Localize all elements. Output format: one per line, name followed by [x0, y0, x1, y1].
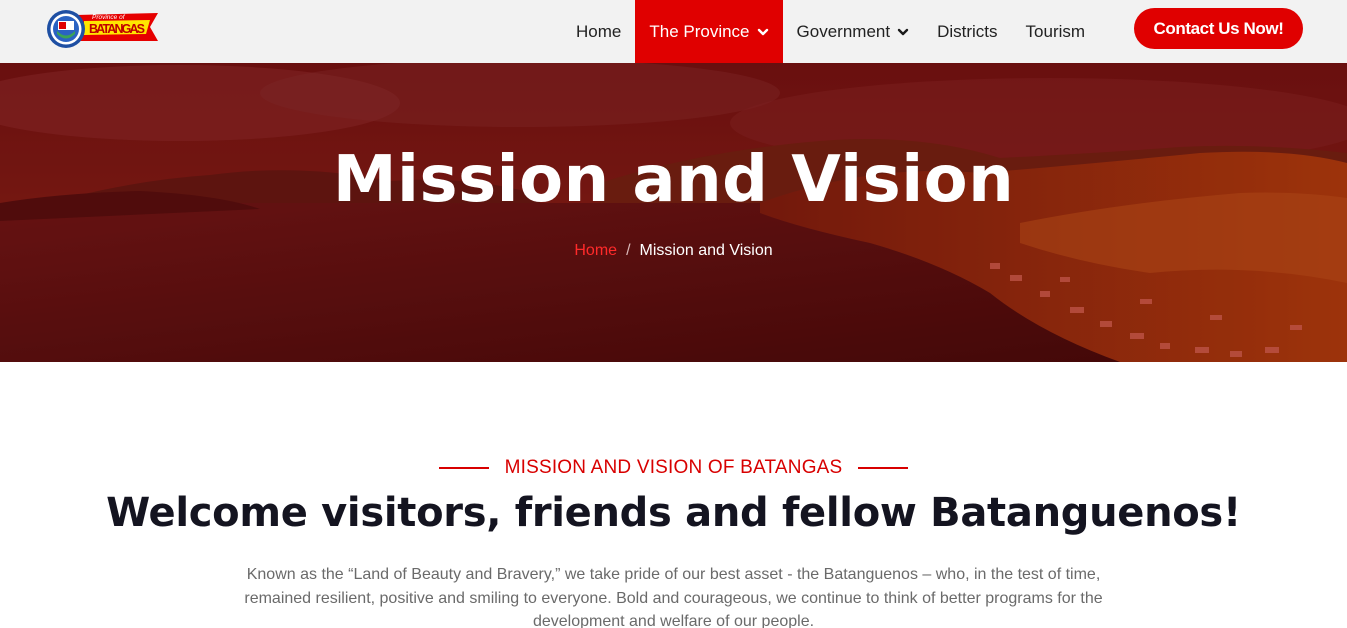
- section-eyebrow: MISSION AND VISION OF BATANGAS: [0, 457, 1347, 479]
- nav-item-label: The Province: [649, 21, 750, 41]
- site-logo[interactable]: Province of BATANGAS: [46, 7, 160, 51]
- site-header: Province of BATANGAS Home The Province G…: [0, 0, 1347, 63]
- chevron-down-icon: [897, 28, 909, 35]
- page-title: Mission and Vision: [332, 143, 1015, 217]
- nav-item-label: Government: [796, 21, 891, 41]
- nav-item-label: Districts: [937, 21, 998, 41]
- breadcrumb-separator: /: [626, 242, 631, 259]
- nav-item-home[interactable]: Home: [562, 0, 635, 63]
- main-nav: Home The Province Government Districts T…: [562, 0, 1099, 63]
- section-heading: Welcome visitors, friends and fellow Bat…: [106, 490, 1241, 536]
- nav-item-districts[interactable]: Districts: [923, 0, 1011, 63]
- breadcrumb-home-link[interactable]: Home: [574, 242, 617, 259]
- nav-item-tourism[interactable]: Tourism: [1012, 0, 1100, 63]
- page-hero: Mission and Vision Home / Mission and Visi…: [0, 63, 1347, 362]
- chevron-down-icon: [757, 28, 768, 35]
- breadcrumb: Home / Mission and Vision: [0, 242, 1347, 260]
- nav-item-the-province[interactable]: The Province: [635, 0, 783, 63]
- nav-item-label: Home: [576, 21, 622, 41]
- nav-item-government[interactable]: Government: [783, 0, 924, 63]
- svg-text:BATANGAS: BATANGAS: [89, 22, 145, 36]
- svg-text:Province of: Province of: [92, 14, 126, 21]
- intro-paragraph: Known as the “Land of Beauty and Bravery…: [244, 566, 1103, 628]
- eyebrow-divider-right: [858, 467, 909, 469]
- nav-item-label: Tourism: [1025, 21, 1086, 41]
- batangas-seal-icon: Province of BATANGAS: [47, 10, 158, 48]
- contact-us-button[interactable]: Contact Us Now!: [1134, 8, 1303, 49]
- breadcrumb-current: Mission and Vision: [639, 242, 773, 259]
- eyebrow-divider-left: [438, 467, 489, 469]
- eyebrow-label: MISSION AND VISION OF BATANGAS: [504, 457, 843, 478]
